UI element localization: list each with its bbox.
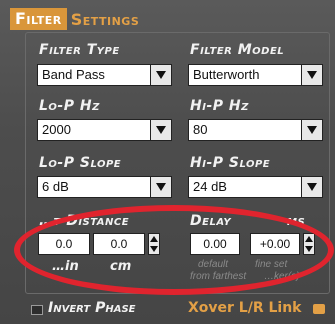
invert-phase-checkbox[interactable] (31, 305, 43, 315)
distance-unit-2: cm (110, 259, 132, 274)
title-highlight: Filter (10, 8, 67, 30)
distance-input-2[interactable]: 0.0 (93, 233, 145, 255)
lop-slope-select[interactable]: 6 dB (37, 176, 172, 198)
filter-model-select[interactable]: Butterworth (188, 64, 323, 86)
chevron-down-icon[interactable] (301, 120, 322, 140)
delay-label: Delay (190, 213, 232, 229)
arrow-up-icon[interactable] (305, 236, 313, 242)
distance-input-1[interactable]: 0.0 (38, 233, 90, 255)
chevron-down-icon[interactable] (150, 120, 171, 140)
lop-slope-label: Lo-P Slope (39, 155, 122, 171)
lop-hz-value: 2000 (42, 122, 71, 137)
invert-phase-label[interactable]: Invert Phase (48, 300, 136, 316)
chevron-down-icon[interactable] (150, 177, 171, 197)
distance-label: …t Distance (39, 213, 130, 229)
title-rest: Settings (70, 9, 140, 29)
delay-hint-speakers: …ker(s) (264, 271, 300, 282)
panel-title: Filter Settings (10, 8, 139, 30)
hip-slope-select[interactable]: 24 dB (188, 176, 323, 198)
arrow-up-icon[interactable] (150, 236, 158, 242)
lop-hz-label: Lo-P Hz (39, 98, 100, 114)
chevron-down-icon[interactable] (150, 65, 171, 85)
delay-hint-default: default (198, 259, 229, 270)
delay-unit: ms (287, 213, 306, 229)
filter-model-value: Butterworth (193, 67, 260, 82)
filter-model-label: Filter Model (190, 42, 285, 58)
arrow-down-icon[interactable] (305, 246, 313, 252)
lop-hz-select[interactable]: 2000 (37, 119, 172, 141)
distance-unit-1: …in (52, 259, 79, 274)
filter-settings-panel: Filter Settings Filter Type Band Pass Fi… (0, 0, 335, 324)
xover-link-toggle[interactable] (313, 304, 325, 314)
xover-link-label[interactable]: Xover L/R Link (188, 300, 302, 316)
distance-stepper[interactable] (148, 233, 160, 255)
filter-type-select[interactable]: Band Pass (37, 64, 172, 86)
arrow-down-icon[interactable] (150, 246, 158, 252)
bottom-bar: Invert Phase Xover L/R Link (0, 297, 335, 324)
delay-input-2[interactable]: +0.00 (250, 233, 300, 255)
chevron-down-icon[interactable] (301, 65, 322, 85)
hip-hz-select[interactable]: 80 (188, 119, 323, 141)
delay-hint-farthest: from farthest (190, 271, 247, 282)
delay-hint-fine: fine set (255, 259, 288, 270)
lop-slope-value: 6 dB (42, 179, 69, 194)
delay-stepper[interactable] (303, 233, 315, 255)
hip-slope-value: 24 dB (193, 179, 227, 194)
hip-hz-value: 80 (193, 122, 208, 137)
chevron-down-icon[interactable] (301, 177, 322, 197)
filter-type-value: Band Pass (42, 67, 105, 82)
hip-slope-label: Hi-P Slope (190, 155, 271, 171)
filter-type-label: Filter Type (39, 42, 120, 58)
hip-hz-label: Hi-P Hz (190, 98, 249, 114)
delay-input-1[interactable]: 0.00 (190, 233, 240, 255)
